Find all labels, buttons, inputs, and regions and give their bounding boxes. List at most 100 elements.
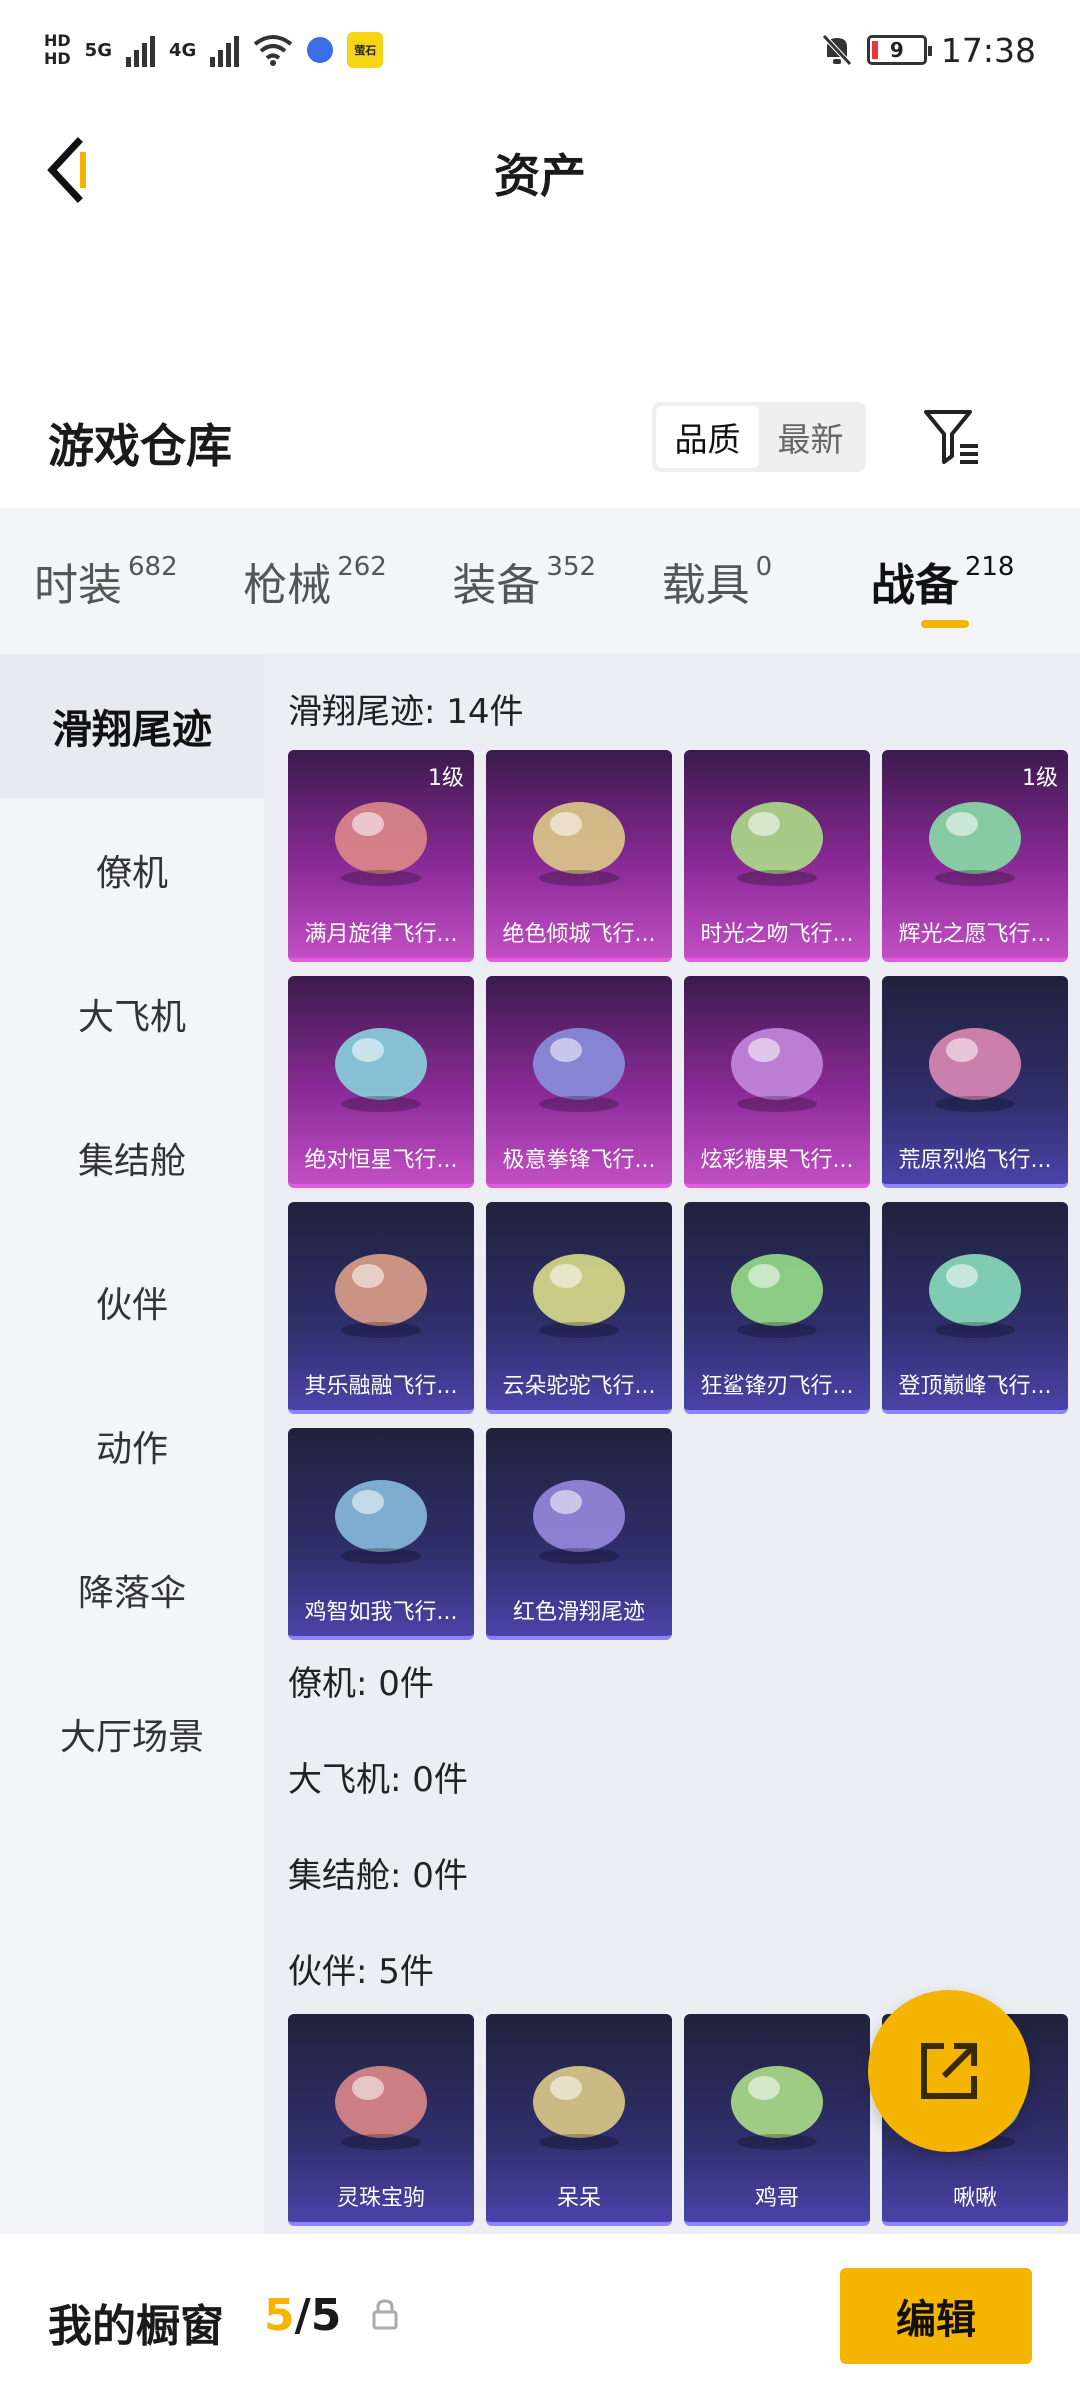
sort-quality-option[interactable]: 品质 [656,406,759,468]
glide-item-card[interactable]: 炫彩糖果飞行... [684,976,870,1188]
battery-icon: 9 [866,35,932,65]
warehouse-title: 游戏仓库 [48,419,232,473]
tab-count: 352 [546,552,597,582]
app-chip-icon: 萤石 [347,32,384,68]
section-title-capsule: 集结舱: 0件 [288,1856,468,1896]
item-name: 呆呆 [556,2186,601,2211]
glide-item-card[interactable]: 狂鲨锋刃飞行... [684,1202,870,1414]
item-name: 绝对恒星飞行... [304,1148,458,1173]
tab-vehicles[interactable]: 载具 0 [662,508,871,654]
tab-label: 载具 [661,560,750,611]
hd-indicator: HD HD [44,31,71,68]
category-tabs: 时装 682 枪械 262 装备 352 载具 0 战备 218 [0,508,1080,654]
tab-label: 装备 [452,560,541,611]
item-artwork-icon [533,802,625,886]
active-tab-indicator [920,620,969,628]
network-4g-label: 4G [168,39,197,61]
item-artwork-icon [533,1480,625,1564]
item-name: 狂鲨锋刃飞行... [700,1374,854,1399]
item-level-badge: 1级 [1022,766,1058,791]
side-item-emote[interactable]: 动作 [0,1374,264,1518]
item-artwork-icon [929,1028,1021,1112]
tab-combat-gear[interactable]: 战备 218 [871,508,1080,654]
item-name: 极意拳锋飞行... [502,1148,656,1173]
tab-count: 262 [337,552,387,582]
partner-item-card[interactable]: 鸡哥 [684,2014,870,2226]
item-name: 红色滑翔尾迹 [512,1600,645,1625]
edit-button[interactable]: 编辑 [840,2268,1032,2364]
sort-newest-option[interactable]: 最新 [759,406,862,468]
tab-equipment[interactable]: 装备 352 [452,508,661,654]
item-artwork-icon [335,2066,427,2150]
showcase-label: 我的橱窗 [48,2301,224,2352]
side-item-partner[interactable]: 伙伴 [0,1230,264,1374]
partner-item-card[interactable]: 灵珠宝驹 [288,2014,474,2226]
section-title-glide: 滑翔尾迹: 14件 [288,692,524,732]
side-item-glide-trail[interactable]: 滑翔尾迹 [0,654,264,798]
top-bar: 资产 [0,100,1080,240]
item-name: 登顶巅峰飞行... [898,1374,1052,1399]
section-title-partner: 伙伴: 5件 [288,1952,434,1992]
lock-icon [372,2299,398,2330]
side-item-lobby-scene[interactable]: 大厅场景 [0,1662,264,1806]
page-title: 资产 [494,149,586,203]
item-artwork-icon [731,802,823,886]
section-title-big-plane: 大飞机: 0件 [288,1760,468,1800]
glide-item-card[interactable]: 时光之吻飞行... [684,750,870,962]
side-item-big-plane[interactable]: 大飞机 [0,942,264,1086]
item-name: 炫彩糖果飞行... [700,1148,854,1173]
status-right: 9 17:38 [821,31,1036,70]
glide-item-card[interactable]: 红色滑翔尾迹 [486,1428,672,1640]
item-name: 啾啾 [952,2186,997,2211]
tab-count: 218 [964,552,1015,582]
mute-bell-icon [822,34,852,66]
item-name: 满月旋律飞行... [304,922,458,947]
glide-item-card[interactable]: 荒原烈焰飞行... [882,976,1068,1188]
item-artwork-icon [335,1028,427,1112]
glide-item-card[interactable]: 绝色倾城飞行... [486,750,672,962]
item-name: 辉光之愿飞行... [898,922,1052,947]
showcase-separator: / [294,2290,311,2341]
showcase-total: 5 [310,2290,342,2341]
section-title-wingman: 僚机: 0件 [288,1664,434,1704]
item-level-badge: 1级 [428,766,464,791]
item-name: 其乐融融飞行... [304,1374,458,1399]
glide-item-card[interactable]: 云朵驼驼飞行... [486,1202,672,1414]
item-name: 鸡智如我飞行... [304,1600,458,1625]
tab-fashion[interactable]: 时装 682 [34,508,243,654]
side-item-wingman[interactable]: 僚机 [0,798,264,942]
glide-item-card[interactable]: 1级辉光之愿飞行... [882,750,1068,962]
glide-item-card[interactable]: 极意拳锋飞行... [486,976,672,1188]
share-fab-button[interactable] [868,1990,1030,2152]
item-name: 鸡哥 [754,2186,799,2211]
item-artwork-icon [533,1028,625,1112]
item-artwork-icon [335,1254,427,1338]
item-artwork-icon [731,1254,823,1338]
app-notification-icon [307,37,334,63]
side-item-parachute[interactable]: 降落伞 [0,1518,264,1662]
glide-item-card[interactable]: 登顶巅峰飞行... [882,1202,1068,1414]
item-name: 时光之吻飞行... [700,922,854,947]
glide-item-card[interactable]: 鸡智如我飞行... [288,1428,474,1640]
partner-item-card[interactable]: 呆呆 [486,2014,672,2226]
sort-toggle: 品质 最新 [652,402,866,472]
glide-grid: 1级 满月旋律飞行... 绝色倾城飞行... 时光之吻飞行... 1级 辉光之愿飞行...… [288,750,1078,1640]
signal-icon-2 [210,33,240,67]
item-name: 灵珠宝驹 [336,2186,425,2211]
side-item-capsule[interactable]: 集结舱 [0,1086,264,1230]
clock: 17:38 [940,30,1036,70]
showcase-current: 5 [264,2290,295,2341]
glide-item-card[interactable]: 其乐融融飞行... [288,1202,474,1414]
item-artwork-icon [335,1480,427,1564]
glide-item-card[interactable]: 绝对恒星飞行... [288,976,474,1188]
filter-button[interactable] [920,404,986,470]
glide-item-card[interactable]: 1级满月旋律飞行... [288,750,474,962]
item-artwork-icon [929,1254,1021,1338]
tab-guns[interactable]: 枪械 262 [243,508,452,654]
item-name: 荒原烈焰飞行... [898,1148,1052,1173]
battery-level: 9 [889,38,904,62]
tab-count: 682 [128,552,178,582]
signal-icon [125,33,155,67]
item-name: 云朵驼驼飞行... [502,1374,656,1399]
side-menu: 滑翔尾迹 僚机 大飞机 集结舱 伙伴 动作 降落伞 大厅场景 [0,654,264,2234]
